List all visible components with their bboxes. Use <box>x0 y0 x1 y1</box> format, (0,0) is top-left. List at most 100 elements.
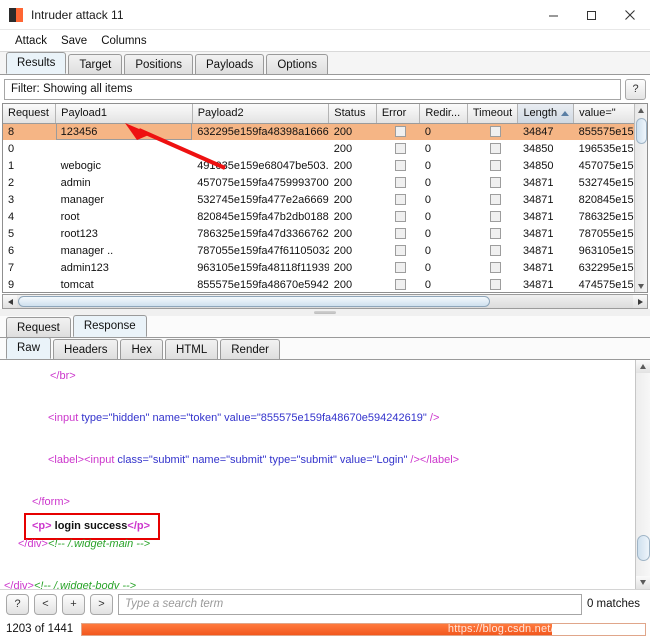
table-row[interactable]: 0200034850196535e159fa4 <box>3 140 647 157</box>
tab-raw[interactable]: Raw <box>6 337 52 359</box>
column-header-error[interactable]: Error <box>376 104 421 124</box>
table-row[interactable]: 9 tomcat 855575e159fa48670e5942... 200 0 3487… <box>3 276 647 292</box>
cell-payload2: 820845e159fa47b2db0188... <box>197 210 329 223</box>
cell-timeout-checkbox[interactable] <box>467 276 518 292</box>
tab-positions[interactable]: Positions <box>124 54 193 74</box>
results-hscroll-thumb[interactable] <box>18 296 490 307</box>
checkbox-unchecked-icon[interactable] <box>395 279 407 291</box>
checkbox-unchecked-icon[interactable] <box>395 194 407 206</box>
checkbox-unchecked-icon[interactable] <box>395 245 407 257</box>
response-scroll-up-icon[interactable] <box>636 360 650 373</box>
scroll-down-icon[interactable] <box>635 280 647 292</box>
cell-timeout-checkbox[interactable] <box>467 157 518 174</box>
column-header-request[interactable]: Request <box>3 104 57 124</box>
code-token-tag: </br> <box>50 370 76 382</box>
checkbox-unchecked-icon[interactable] <box>395 143 407 155</box>
table-row[interactable]: 8 123456 632295e159fa48398a1666... 200 0 3484… <box>3 123 647 140</box>
cell-error-checkbox[interactable] <box>376 276 420 292</box>
scroll-up-icon[interactable] <box>635 104 647 116</box>
tab-response[interactable]: Response <box>72 315 147 337</box>
menu-item-save[interactable]: Save <box>54 35 94 47</box>
checkbox-unchecked-icon[interactable] <box>395 211 407 223</box>
table-row[interactable]: 6 manager .. 787055e159fa47f61105032... 200… <box>3 242 647 259</box>
search-help-button[interactable]: ? <box>6 593 29 615</box>
filter-help-button[interactable]: ? <box>625 78 646 100</box>
table-row[interactable]: 4 root 820845e159fa47b2db0188... 200 0 34871 7… <box>3 208 647 225</box>
tab-payloads[interactable]: Payloads <box>195 54 265 74</box>
cell-error-checkbox[interactable] <box>376 225 420 242</box>
response-body-viewer[interactable]: </br> <input type="hidden" name="token" v… <box>0 360 650 590</box>
scroll-left-icon[interactable] <box>3 295 17 308</box>
results-vertical-scrollbar[interactable] <box>634 104 647 292</box>
checkbox-unchecked-icon[interactable] <box>489 194 501 206</box>
close-button[interactable] <box>610 0 650 30</box>
response-scroll-thumb[interactable] <box>637 535 650 561</box>
column-header-redir[interactable]: Redir... <box>419 104 468 124</box>
table-row[interactable]: 3 manager 532745e159fa477e2a6669... 200 0 348… <box>3 191 647 208</box>
maximize-button[interactable] <box>572 0 610 30</box>
table-row[interactable]: 5 root123 786325e159fa47d3366762... 200 0 348… <box>3 225 647 242</box>
column-header-timeout[interactable]: Timeout <box>467 104 519 124</box>
checkbox-unchecked-icon[interactable] <box>395 160 407 172</box>
cell-error-checkbox[interactable] <box>376 123 420 140</box>
cell-error-checkbox[interactable] <box>376 242 420 259</box>
cell-timeout-checkbox[interactable] <box>467 208 518 225</box>
tab-hex[interactable]: Hex <box>120 339 163 359</box>
scroll-right-icon[interactable] <box>633 295 647 308</box>
checkbox-unchecked-icon[interactable] <box>489 228 501 240</box>
table-row[interactable]: 7 admin123 963105e159fa48118f11939... 200 0 3… <box>3 259 647 276</box>
table-row[interactable]: 1 webogic 491035e159e68047be503... 200 0 3485… <box>3 157 647 174</box>
cell-status: 200 <box>333 227 353 240</box>
table-row[interactable]: 2 admin 457075e159fa4759993700... 200 0 34871… <box>3 174 647 191</box>
checkbox-unchecked-icon[interactable] <box>489 262 501 274</box>
search-input[interactable]: Type a search term <box>118 593 582 615</box>
menu-item-attack[interactable]: Attack <box>8 35 54 47</box>
checkbox-unchecked-icon[interactable] <box>395 177 407 189</box>
response-scroll-down-icon[interactable] <box>636 576 650 589</box>
search-add-button[interactable]: + <box>62 593 85 615</box>
cell-timeout-checkbox[interactable] <box>467 140 518 157</box>
cell-error-checkbox[interactable] <box>376 157 420 174</box>
cell-error-checkbox[interactable] <box>376 259 420 276</box>
cell-error-checkbox[interactable] <box>376 191 420 208</box>
search-previous-button[interactable]: < <box>34 593 57 615</box>
cell-timeout-checkbox[interactable] <box>467 259 518 276</box>
results-scroll-thumb[interactable] <box>636 118 647 144</box>
tab-request[interactable]: Request <box>6 317 71 337</box>
cell-timeout-checkbox[interactable] <box>467 242 518 259</box>
response-vertical-scrollbar[interactable] <box>635 360 650 589</box>
menu-item-columns[interactable]: Columns <box>94 35 153 47</box>
search-next-button[interactable]: > <box>90 593 113 615</box>
cell-timeout-checkbox[interactable] <box>467 123 518 140</box>
checkbox-unchecked-icon[interactable] <box>489 279 501 291</box>
cell-payload2: 963105e159fa48118f11939... <box>197 261 329 274</box>
cell-error-checkbox[interactable] <box>376 174 420 191</box>
tab-target[interactable]: Target <box>68 54 123 74</box>
cell-error-checkbox[interactable] <box>376 208 420 225</box>
tab-render[interactable]: Render <box>220 339 280 359</box>
tab-results[interactable]: Results <box>6 52 67 74</box>
results-horizontal-scrollbar[interactable] <box>2 294 648 309</box>
filter-field[interactable]: Filter: Showing all items <box>4 78 621 100</box>
checkbox-unchecked-icon[interactable] <box>489 211 501 223</box>
tab-html[interactable]: HTML <box>164 339 219 359</box>
tab-options[interactable]: Options <box>266 54 328 74</box>
column-header-length[interactable]: Length <box>517 104 575 124</box>
checkbox-unchecked-icon[interactable] <box>489 177 501 189</box>
checkbox-unchecked-icon[interactable] <box>489 143 501 155</box>
cell-timeout-checkbox[interactable] <box>467 174 518 191</box>
checkbox-unchecked-icon[interactable] <box>489 126 501 138</box>
minimize-button[interactable] <box>534 0 572 30</box>
checkbox-unchecked-icon[interactable] <box>395 262 407 274</box>
checkbox-unchecked-icon[interactable] <box>489 245 501 257</box>
splitter-grip[interactable] <box>314 311 336 314</box>
cell-length: 34871 <box>522 176 554 189</box>
checkbox-unchecked-icon[interactable] <box>395 126 407 138</box>
column-header-status[interactable]: Status <box>328 104 377 124</box>
cell-timeout-checkbox[interactable] <box>467 191 518 208</box>
cell-error-checkbox[interactable] <box>376 140 420 157</box>
checkbox-unchecked-icon[interactable] <box>395 228 407 240</box>
cell-timeout-checkbox[interactable] <box>467 225 518 242</box>
tab-headers[interactable]: Headers <box>53 339 119 359</box>
checkbox-unchecked-icon[interactable] <box>489 160 501 172</box>
